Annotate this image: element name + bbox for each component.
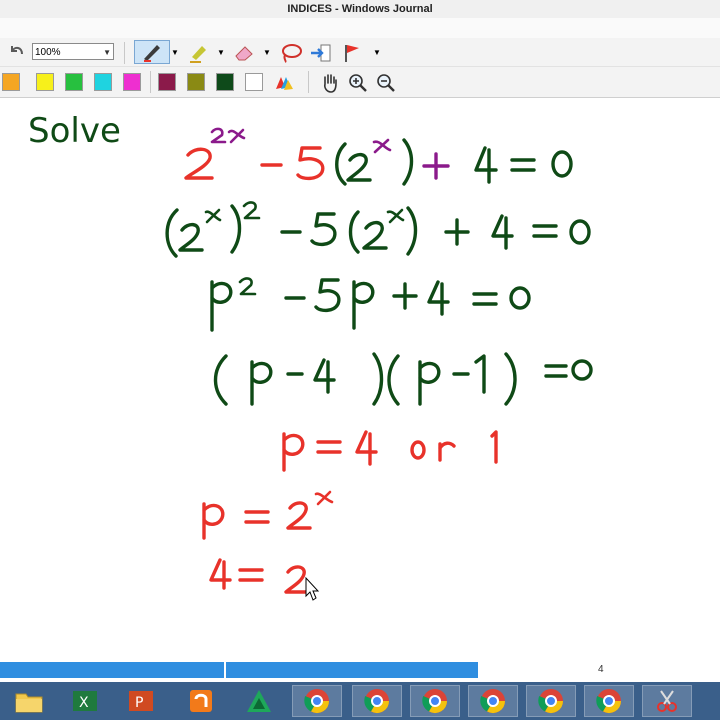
chrome-icon[interactable] bbox=[468, 685, 518, 717]
chrome-icon[interactable] bbox=[584, 685, 634, 717]
svg-text:P: P bbox=[135, 695, 143, 711]
zoom-in-icon[interactable] bbox=[346, 71, 370, 95]
color-swatch-white[interactable] bbox=[245, 73, 263, 91]
scrollbar-thumb[interactable] bbox=[0, 662, 224, 678]
chevron-down-icon[interactable]: ▼ bbox=[216, 46, 226, 58]
equation-line-1 bbox=[184, 127, 573, 186]
color-swatch-orange[interactable] bbox=[2, 73, 20, 91]
color-swatch-magenta[interactable] bbox=[123, 73, 141, 91]
toolbar-colors bbox=[0, 67, 720, 98]
svg-text:X: X bbox=[79, 695, 89, 711]
page-number: 4 bbox=[598, 664, 604, 675]
highlighter-icon[interactable] bbox=[186, 42, 210, 64]
solve-label: Solve bbox=[28, 111, 121, 151]
horizontal-scrollbar[interactable]: 4 bbox=[0, 660, 720, 682]
color-swatch-olive[interactable] bbox=[187, 73, 205, 91]
equation-line-2 bbox=[165, 201, 591, 258]
color-swatch-maroon[interactable] bbox=[158, 73, 176, 91]
lasso-icon[interactable] bbox=[278, 42, 304, 64]
toolbar-main: 100% ▼ ▼ ▼ ▼ ▼ bbox=[0, 38, 720, 67]
color-swatch-dark-green[interactable] bbox=[216, 73, 234, 91]
equation-line-7 bbox=[209, 558, 310, 594]
color-palette-icon[interactable] bbox=[272, 72, 296, 94]
menu-strip bbox=[0, 18, 720, 38]
window-title: INDICES - Windows Journal bbox=[287, 3, 433, 15]
chrome-icon[interactable] bbox=[526, 685, 576, 717]
equation-line-3 bbox=[210, 277, 531, 332]
chrome-icon[interactable] bbox=[292, 685, 342, 717]
excel-icon[interactable]: X bbox=[60, 685, 110, 717]
journal-page[interactable]: Solve bbox=[0, 98, 720, 660]
flag-icon[interactable] bbox=[340, 42, 366, 64]
pan-hand-icon[interactable] bbox=[318, 71, 342, 95]
equation-line-4 bbox=[213, 352, 593, 406]
chevron-down-icon: ▼ bbox=[103, 48, 111, 57]
equation-line-5 bbox=[282, 430, 498, 472]
windows-taskbar: X P bbox=[0, 682, 720, 720]
color-swatch-cyan[interactable] bbox=[94, 73, 112, 91]
equation-line-6 bbox=[202, 490, 334, 540]
snipping-tool-icon[interactable] bbox=[642, 685, 692, 717]
chevron-down-icon[interactable]: ▼ bbox=[372, 46, 382, 58]
color-swatch-green[interactable] bbox=[65, 73, 83, 91]
pdf-app-icon[interactable] bbox=[176, 685, 226, 717]
chrome-icon[interactable] bbox=[410, 685, 460, 717]
window-title-bar: INDICES - Windows Journal bbox=[0, 0, 720, 19]
app-icon[interactable] bbox=[234, 685, 284, 717]
file-explorer-icon[interactable] bbox=[4, 685, 54, 717]
zoom-select[interactable]: 100% ▼ bbox=[32, 43, 114, 60]
insert-space-icon[interactable] bbox=[308, 42, 334, 64]
chevron-down-icon[interactable]: ▼ bbox=[262, 46, 272, 58]
chevron-down-icon[interactable]: ▼ bbox=[170, 46, 180, 58]
zoom-value: 100% bbox=[35, 47, 61, 58]
chrome-icon[interactable] bbox=[352, 685, 402, 717]
pen-icon bbox=[144, 45, 160, 62]
zoom-out-icon[interactable] bbox=[374, 71, 398, 95]
ink-canvas: Solve bbox=[28, 111, 593, 601]
powerpoint-icon[interactable]: P bbox=[116, 685, 166, 717]
cursor-icon bbox=[305, 576, 320, 601]
eraser-icon[interactable] bbox=[232, 42, 256, 64]
pen-tool-button[interactable] bbox=[134, 40, 170, 64]
undo-icon[interactable] bbox=[6, 42, 26, 62]
scrollbar-thumb[interactable] bbox=[226, 662, 478, 678]
color-swatch-yellow[interactable] bbox=[36, 73, 54, 91]
